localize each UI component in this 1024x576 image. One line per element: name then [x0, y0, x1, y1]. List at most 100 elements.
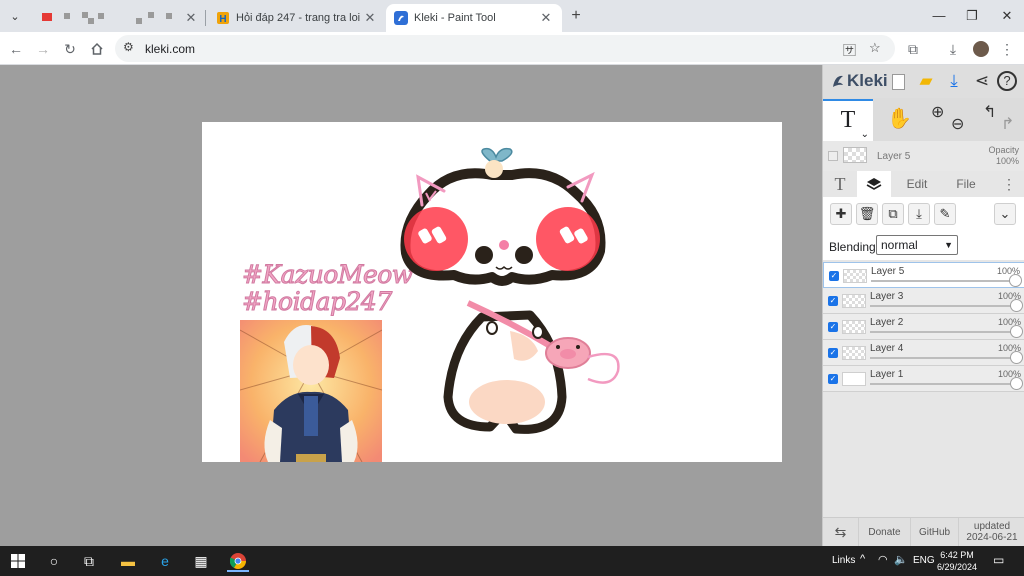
layer-visibility-checkbox[interactable]: ✓ [828, 374, 838, 384]
swap-side-button[interactable]: ⇆ [823, 518, 859, 547]
bookmark-star-icon[interactable]: ☆ [869, 40, 881, 56]
volume-icon[interactable]: 🔈 [894, 553, 908, 566]
tab-edit[interactable]: Edit [893, 171, 941, 197]
layer-visibility-checkbox[interactable]: ✓ [828, 296, 838, 306]
site-info-icon[interactable]: ⚙ [123, 40, 134, 54]
layer-row[interactable]: ✓ Layer 2 100% [823, 314, 1024, 340]
tab-more[interactable]: ⋮ [999, 171, 1019, 197]
github-link[interactable]: GitHub [911, 518, 959, 547]
layer-visibility-checkbox[interactable]: ✓ [828, 322, 838, 332]
layer-opacity-slider[interactable] [870, 331, 1016, 333]
layer-menu-button[interactable]: ⌄ [994, 203, 1016, 225]
layer-visibility-checkbox[interactable]: ✓ [829, 271, 839, 281]
layer-row[interactable]: ✓ Layer 4 100% [823, 340, 1024, 366]
kleki-header: Kleki ▰ ⤓ ⋖ ? [823, 65, 1024, 98]
tab-title: Hỏi đáp 247 - trang tra loi [236, 12, 361, 24]
help-button[interactable]: ? [997, 71, 1017, 91]
layer-opacity-knob[interactable] [1010, 377, 1023, 390]
url-text[interactable]: kleki.com [145, 42, 195, 56]
layer-opacity-knob[interactable] [1010, 299, 1023, 312]
layer-opacity-knob[interactable] [1010, 325, 1023, 338]
merge-layer-button[interactable]: ⤓ [908, 203, 930, 225]
tab-blurred[interactable]: ✕ [30, 4, 205, 32]
zoom-in-button[interactable]: ⊕ [931, 102, 944, 122]
close-icon[interactable]: ✕ [538, 10, 554, 26]
layer-opacity-slider[interactable] [871, 280, 1017, 282]
downloads-button[interactable]: ⤓ [942, 38, 964, 60]
rename-icon: ✎ [939, 206, 951, 221]
current-layer-info: Layer 5 Opacity 100% [823, 141, 1024, 171]
donate-link[interactable]: Donate [859, 518, 911, 547]
text-tool-button[interactable]: T ⌄ [823, 99, 873, 141]
new-tab-button[interactable]: + [567, 7, 585, 25]
forward-button[interactable]: → [32, 38, 54, 60]
layer-opacity-knob[interactable] [1010, 351, 1023, 364]
tab-kleki[interactable]: Kleki - Paint Tool ✕ [386, 4, 562, 32]
close-icon[interactable]: ✕ [183, 10, 199, 26]
tab-search-button[interactable]: ⌄ [4, 5, 26, 27]
tab-file[interactable]: File [943, 171, 989, 197]
close-icon[interactable]: ✕ [362, 10, 378, 26]
translate-icon[interactable]: 🈂 [843, 40, 856, 59]
layer-name: Layer 5 [871, 266, 905, 277]
add-layer-button[interactable]: ✚ [830, 203, 852, 225]
share-icon: ⋖ [974, 71, 990, 90]
close-window-button[interactable]: ✕ [993, 6, 1021, 26]
taskbar-clock[interactable]: 6:42 PM 6/29/2024 [937, 549, 977, 573]
updated-info[interactable]: updated 2024-06-21 [959, 518, 1024, 547]
restore-button[interactable]: ❐ [958, 6, 986, 26]
chevron-up-icon[interactable]: ^ [860, 553, 865, 565]
delete-layer-button[interactable]: 🗑 [856, 203, 878, 225]
task-view-button[interactable]: ⧉ [78, 550, 100, 572]
layer-visibility-checkbox[interactable]: ✓ [828, 348, 838, 358]
redo-button[interactable]: ↱ [1001, 114, 1014, 134]
kleki-side-panel: Kleki ▰ ⤓ ⋖ ? T ⌄ ✋ ⊕ ⊖ ↰ ↱ Layer 5 Opaci… [822, 65, 1024, 547]
layer-row[interactable]: ✓ Layer 5 100% [823, 262, 1024, 288]
chrome-button[interactable] [227, 550, 249, 572]
layer-opacity-slider[interactable] [870, 305, 1016, 307]
reload-button[interactable]: ↻ [59, 38, 81, 60]
redo-icon: ↱ [1001, 116, 1015, 133]
opacity-value: 100% [995, 156, 1019, 166]
current-layer-visibility[interactable] [828, 151, 838, 161]
layer-opacity-slider[interactable] [870, 357, 1016, 359]
language-indicator[interactable]: ENG [913, 555, 935, 566]
duplicate-layer-button[interactable]: ⧉ [882, 203, 904, 225]
layer-row[interactable]: ✓ Layer 3 100% [823, 288, 1024, 314]
layer-opacity-knob[interactable] [1009, 274, 1022, 287]
address-bar[interactable]: ⚙ kleki.com 🈂 ☆ [115, 35, 895, 62]
anime-character-sticker [240, 320, 382, 462]
extensions-button[interactable]: ⧉ [902, 38, 924, 60]
kleki-workspace: #KazuoMeow #hoidap247 [0, 65, 822, 546]
home-button[interactable] [86, 38, 108, 60]
share-button[interactable]: ⋖ [971, 70, 993, 92]
undo-button[interactable]: ↰ [983, 102, 996, 122]
blending-select[interactable]: normal ▼ [876, 235, 958, 255]
layer-thumbnail [842, 372, 866, 386]
tab-hoidap[interactable]: H Hỏi đáp 247 - trang tra loi ✕ [208, 4, 386, 32]
profile-avatar[interactable] [970, 38, 992, 60]
new-image-button[interactable] [887, 70, 909, 92]
drawing-canvas[interactable]: #KazuoMeow #hoidap247 [202, 122, 782, 462]
search-button[interactable]: ○ [43, 550, 65, 572]
zoom-out-button[interactable]: ⊖ [951, 114, 964, 134]
start-button[interactable] [7, 550, 29, 572]
wifi-icon[interactable]: ◠ [878, 553, 888, 566]
minimize-button[interactable]: — [925, 6, 953, 26]
menu-button[interactable]: ⋮ [996, 38, 1018, 60]
tab-text-tool[interactable]: T [823, 171, 857, 197]
back-button[interactable]: ← [5, 38, 27, 60]
layer-opacity-slider[interactable] [870, 383, 1016, 385]
layer-row[interactable]: ✓ Layer 1 100% [823, 366, 1024, 392]
save-button[interactable]: ⤓ [943, 70, 965, 92]
links-toolbar[interactable]: Links [832, 555, 855, 566]
hand-tool-button[interactable]: ✋ [887, 106, 912, 131]
layer-name: Layer 4 [870, 343, 904, 354]
edge-button[interactable]: e [154, 550, 176, 572]
store-button[interactable]: ▦ [190, 550, 212, 572]
open-folder-button[interactable]: ▰ [915, 70, 937, 92]
file-explorer-button[interactable]: ▬ [117, 550, 139, 572]
notification-icon[interactable]: ▭ [993, 553, 1004, 567]
tab-layers[interactable] [857, 171, 891, 197]
rename-layer-button[interactable]: ✎ [934, 203, 956, 225]
